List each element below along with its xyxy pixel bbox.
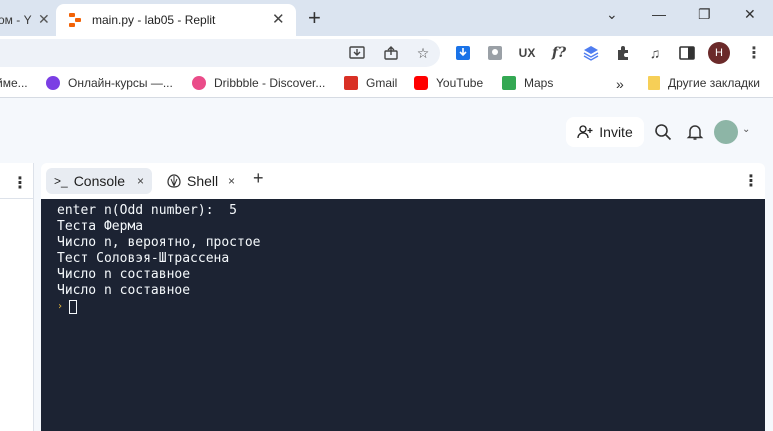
sidepanel-icon[interactable] xyxy=(678,44,696,62)
bookmark-label: Dribbble - Discover... xyxy=(214,76,326,90)
youtube-icon xyxy=(414,76,428,90)
console-line: Число n составное xyxy=(57,283,191,298)
bookmarks-bar: йме... Онлайн-курсы —... Dribbble - Disc… xyxy=(0,70,773,98)
tab-console-label: Console xyxy=(73,173,126,189)
minimize-icon[interactable]: — xyxy=(652,6,666,22)
layers-ext-icon[interactable] xyxy=(582,44,600,62)
bookmark-item[interactable]: Dribbble - Discover... xyxy=(192,76,325,90)
browser-tab-previous[interactable]: ом - Y ✕ xyxy=(0,4,52,36)
browser-tab-previous-label: ом - Y xyxy=(0,13,32,27)
close-icon[interactable]: ✕ xyxy=(272,10,285,28)
console-line: Число n, вероятно, простое xyxy=(57,235,261,250)
address-bar[interactable] xyxy=(0,39,440,67)
puzzle-ext-icon[interactable] xyxy=(486,44,504,62)
gmail-icon xyxy=(344,76,358,90)
chevron-down-icon[interactable]: ⌄ xyxy=(742,124,750,135)
bookmark-label: Gmail xyxy=(366,76,398,90)
window-close-icon[interactable]: ✕ xyxy=(744,6,756,23)
bookmark-label: Онлайн-курсы —... xyxy=(68,76,173,90)
bookmarks-overflow-button[interactable]: » xyxy=(616,76,624,92)
add-user-icon xyxy=(577,125,593,139)
replit-header: Invite ⌄ xyxy=(0,99,773,163)
console-prompt[interactable]: › xyxy=(57,299,765,315)
download-ext-icon[interactable] xyxy=(454,44,472,62)
other-bookmarks-label: Другие закладки xyxy=(668,76,760,90)
new-tab-button[interactable]: + xyxy=(308,5,321,31)
console-line: enter n(Odd number): 5 xyxy=(57,203,238,218)
text-cursor xyxy=(69,300,78,314)
console-line: Тест Соловэя-Штрассена xyxy=(57,251,230,266)
folder-icon xyxy=(648,76,660,90)
browser-tab-strip: ом - Y ✕ main.py - lab05 - Replit ✕ + ⌄ … xyxy=(0,0,773,36)
bookmark-label: Maps xyxy=(524,76,554,90)
tab-search-icon[interactable]: ⌄ xyxy=(606,6,618,23)
tab-shell[interactable]: Shell × xyxy=(163,168,243,194)
bookmark-item[interactable]: Онлайн-курсы —... xyxy=(46,76,173,90)
console-output[interactable]: enter n(Odd number): 5 Теста Ферма Число… xyxy=(41,199,765,431)
bookmark-item[interactable]: YouTube xyxy=(414,76,483,90)
media-icon[interactable]: ♫ xyxy=(646,44,664,62)
maps-icon xyxy=(502,76,516,90)
prompt-chevron-icon: › xyxy=(57,301,64,312)
close-icon[interactable]: ✕ xyxy=(38,11,50,28)
bookmark-item[interactable]: йме... xyxy=(0,76,28,90)
invite-button[interactable]: Invite xyxy=(566,117,644,147)
star-icon[interactable]: ☆ xyxy=(414,44,432,62)
tab-console[interactable]: >_ Console × xyxy=(46,168,152,194)
profile-avatar[interactable]: H xyxy=(708,42,730,64)
close-icon[interactable]: × xyxy=(137,174,144,188)
add-tab-button[interactable]: + xyxy=(253,168,264,189)
bookmark-label: YouTube xyxy=(436,76,484,90)
browser-tab-active[interactable]: main.py - lab05 - Replit ✕ xyxy=(56,4,296,36)
share-icon[interactable] xyxy=(382,44,400,62)
pane-menu-icon[interactable]: ⋮ xyxy=(12,173,28,193)
browser-tab-title: main.py - lab05 - Replit xyxy=(92,13,216,27)
bookmark-item[interactable]: Maps xyxy=(502,76,553,90)
fx-ext-icon[interactable]: f? xyxy=(550,44,568,62)
bookmark-label: йме... xyxy=(0,76,28,90)
pane-menu-icon[interactable]: ⋮ xyxy=(743,171,759,191)
search-icon[interactable] xyxy=(654,123,672,141)
console-pane: >_ Console × Shell × + ⋮ enter n(Odd num… xyxy=(41,163,765,431)
stepik-icon xyxy=(46,76,60,90)
terminal-prompt-icon: >_ xyxy=(54,174,68,188)
left-pane: ⋮ xyxy=(0,163,34,431)
tab-shell-label: Shell xyxy=(187,173,219,189)
bell-icon[interactable] xyxy=(686,123,704,141)
install-icon[interactable] xyxy=(348,44,366,62)
replit-favicon-icon xyxy=(69,13,81,27)
extensions-icon[interactable] xyxy=(614,44,632,62)
user-avatar[interactable] xyxy=(714,120,738,144)
shell-icon xyxy=(167,174,181,188)
restore-icon[interactable]: ❐ xyxy=(698,6,711,23)
divider xyxy=(0,198,34,199)
console-line: Число n составное xyxy=(57,267,191,282)
close-icon[interactable]: × xyxy=(228,174,235,188)
invite-label: Invite xyxy=(599,124,633,140)
ux-ext-icon[interactable]: UX xyxy=(518,44,536,62)
browser-toolbar: ☆ UX f? ♫ H ⋮ xyxy=(0,36,773,70)
console-line: Теста Ферма xyxy=(57,219,144,234)
other-bookmarks[interactable]: Другие закладки xyxy=(648,76,760,90)
dribbble-icon xyxy=(192,76,206,90)
browser-menu-icon[interactable]: ⋮ xyxy=(746,43,762,63)
bookmark-item[interactable]: Gmail xyxy=(344,76,397,90)
